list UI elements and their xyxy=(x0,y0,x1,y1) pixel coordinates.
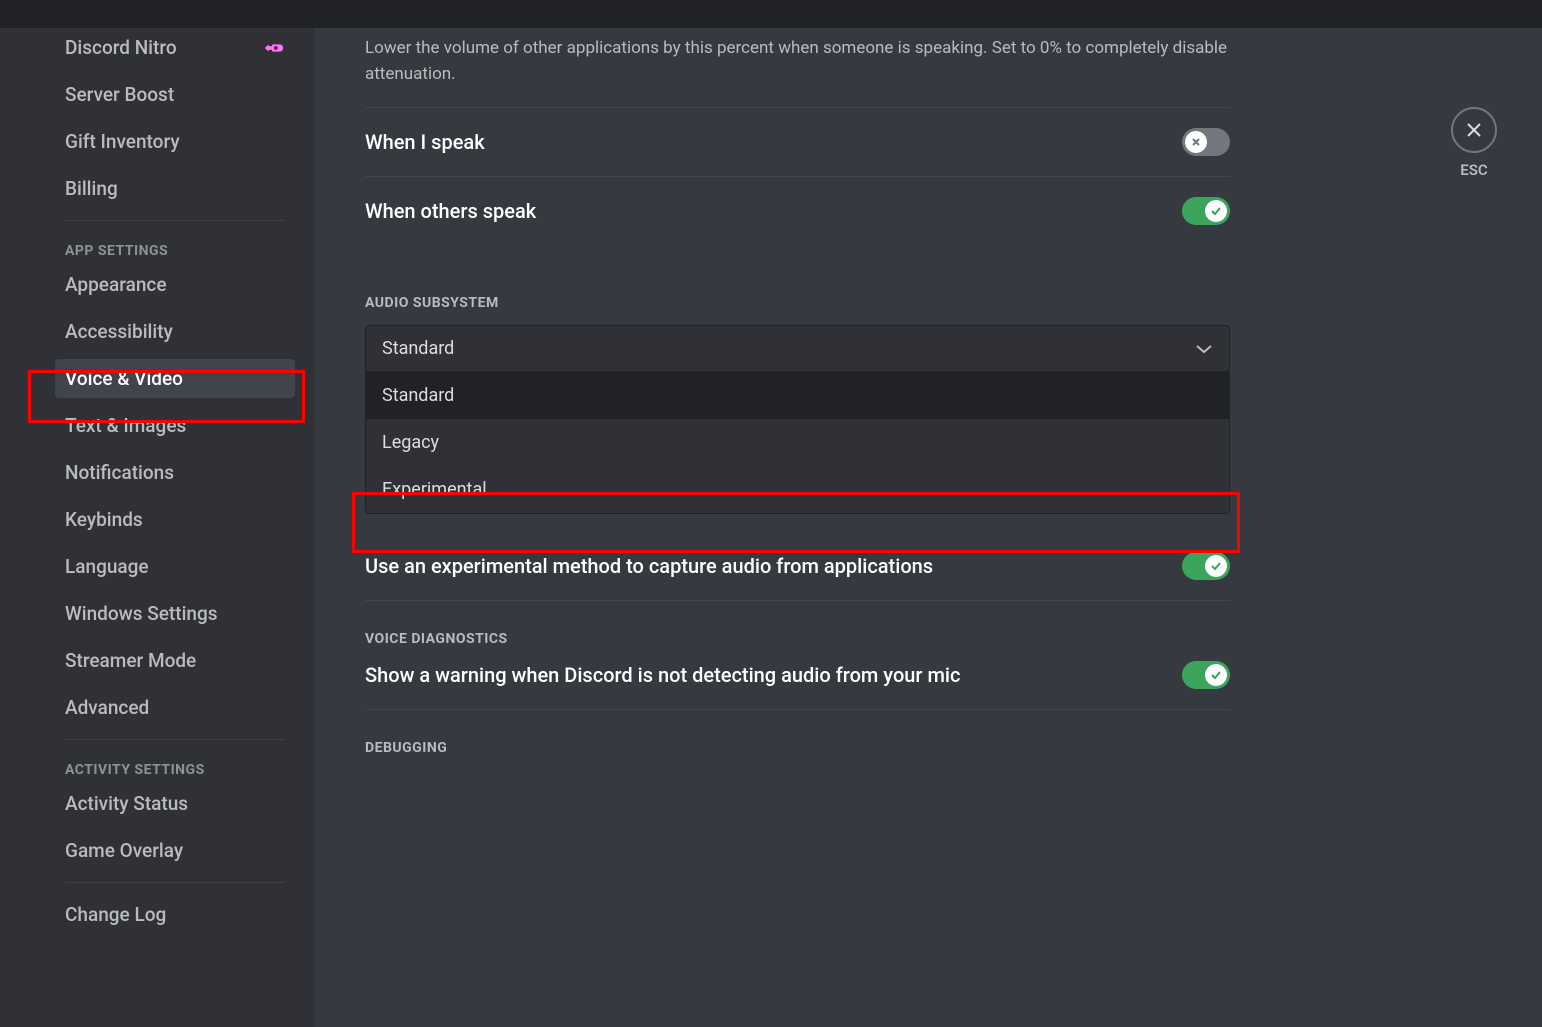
toggle-knob xyxy=(1205,200,1227,222)
sidebar-item-activity-status[interactable]: Activity Status xyxy=(55,784,295,823)
toggle-when-others-speak[interactable] xyxy=(1182,197,1230,225)
sidebar-item-streamer-mode[interactable]: Streamer Mode xyxy=(55,641,295,680)
sidebar-divider xyxy=(65,739,285,740)
section-header-voice-diagnostics: VOICE DIAGNOSTICS xyxy=(365,631,1230,647)
sidebar-item-server-boost[interactable]: Server Boost xyxy=(55,75,295,114)
toggle-voice-diagnostics[interactable] xyxy=(1182,661,1230,689)
sidebar-item-label: Discord Nitro xyxy=(65,36,177,59)
sidebar-item-keybinds[interactable]: Keybinds xyxy=(55,500,295,539)
sidebar-item-gift-inventory[interactable]: Gift Inventory xyxy=(55,122,295,161)
sidebar-item-game-overlay[interactable]: Game Overlay xyxy=(55,831,295,870)
dropdown-option-standard[interactable]: Standard xyxy=(366,372,1229,419)
setting-experimental-capture: Use an experimental method to capture au… xyxy=(365,532,1230,600)
dropdown-option-experimental[interactable]: Experimental xyxy=(366,466,1229,513)
sidebar-item-label: Change Log xyxy=(65,903,166,926)
sidebar-item-accessibility[interactable]: Accessibility xyxy=(55,312,295,351)
toggle-when-i-speak[interactable] xyxy=(1182,128,1230,156)
sidebar-item-appearance[interactable]: Appearance xyxy=(55,265,295,304)
chevron-down-icon xyxy=(1195,344,1213,354)
esc-label: ESC xyxy=(1451,161,1497,179)
sidebar-item-label: Billing xyxy=(65,177,118,200)
attenuation-description: Lower the volume of other applications b… xyxy=(365,36,1230,87)
sidebar-item-label: Game Overlay xyxy=(65,839,183,862)
sidebar-header-activity-settings: ACTIVITY SETTINGS xyxy=(55,752,295,784)
setting-label: Show a warning when Discord is not detec… xyxy=(365,663,960,687)
sidebar-item-advanced[interactable]: Advanced xyxy=(55,688,295,727)
dropdown-selected-value: Standard xyxy=(382,338,454,359)
setting-label: When others speak xyxy=(365,199,536,223)
sidebar-header-app-settings: APP SETTINGS xyxy=(55,233,295,265)
toggle-knob xyxy=(1185,131,1207,153)
toggle-knob xyxy=(1205,664,1227,686)
sidebar-item-label: Keybinds xyxy=(65,508,143,531)
sidebar-divider xyxy=(65,220,285,221)
section-header-audio-subsystem: AUDIO SUBSYSTEM xyxy=(365,295,1230,311)
close-icon xyxy=(1465,121,1483,139)
sidebar-item-label: Server Boost xyxy=(65,83,174,106)
setting-when-others-speak: When others speak xyxy=(365,176,1230,245)
setting-label: When I speak xyxy=(365,130,485,154)
setting-label: Use an experimental method to capture au… xyxy=(365,554,933,578)
dropdown-audio-subsystem[interactable]: Standard xyxy=(365,325,1230,372)
nitro-badge-icon xyxy=(263,40,285,56)
option-label: Standard xyxy=(382,385,454,406)
dropdown-option-legacy[interactable]: Legacy xyxy=(366,419,1229,466)
sidebar-item-windows-settings[interactable]: Windows Settings xyxy=(55,594,295,633)
sidebar-item-language[interactable]: Language xyxy=(55,547,295,586)
sidebar-item-label: Voice & Video xyxy=(65,367,183,390)
sidebar-item-label: Language xyxy=(65,555,149,578)
sidebar-item-change-log[interactable]: Change Log xyxy=(55,895,295,934)
sidebar-item-label: Windows Settings xyxy=(65,602,218,625)
sidebar-item-label: Text & Images xyxy=(65,414,186,437)
x-icon xyxy=(1190,136,1202,148)
sidebar-item-discord-nitro[interactable]: Discord Nitro xyxy=(55,28,295,67)
sidebar-item-voice-video[interactable]: Voice & Video xyxy=(55,359,295,398)
sidebar-item-label: Activity Status xyxy=(65,792,188,815)
check-icon xyxy=(1210,205,1222,217)
settings-main-panel: Lower the volume of other applications b… xyxy=(315,28,1542,1027)
sidebar-item-label: Accessibility xyxy=(65,320,173,343)
option-label: Experimental xyxy=(382,479,487,500)
check-icon xyxy=(1210,560,1222,572)
option-label: Legacy xyxy=(382,432,439,453)
sidebar-item-label: Appearance xyxy=(65,273,167,296)
setting-when-i-speak: When I speak xyxy=(365,107,1230,176)
dropdown-options-list: Standard Legacy Experimental xyxy=(365,371,1230,514)
close-settings-button[interactable] xyxy=(1451,107,1497,153)
toggle-experimental-capture[interactable] xyxy=(1182,552,1230,580)
sidebar-item-notifications[interactable]: Notifications xyxy=(55,453,295,492)
sidebar-divider xyxy=(65,882,285,883)
sidebar-item-label: Gift Inventory xyxy=(65,130,180,153)
sidebar-item-label: Notifications xyxy=(65,461,174,484)
section-header-debugging: DEBUGGING xyxy=(365,740,1230,756)
sidebar-item-label: Advanced xyxy=(65,696,149,719)
settings-sidebar: Discord Nitro Server Boost Gift Inventor… xyxy=(0,28,315,1027)
window-titlebar xyxy=(0,0,1542,28)
sidebar-item-label: Streamer Mode xyxy=(65,649,196,672)
toggle-knob xyxy=(1205,555,1227,577)
check-icon xyxy=(1210,669,1222,681)
setting-voice-diagnostics: Show a warning when Discord is not detec… xyxy=(365,661,1230,709)
sidebar-item-text-images[interactable]: Text & Images xyxy=(55,406,295,445)
sidebar-item-billing[interactable]: Billing xyxy=(55,169,295,208)
